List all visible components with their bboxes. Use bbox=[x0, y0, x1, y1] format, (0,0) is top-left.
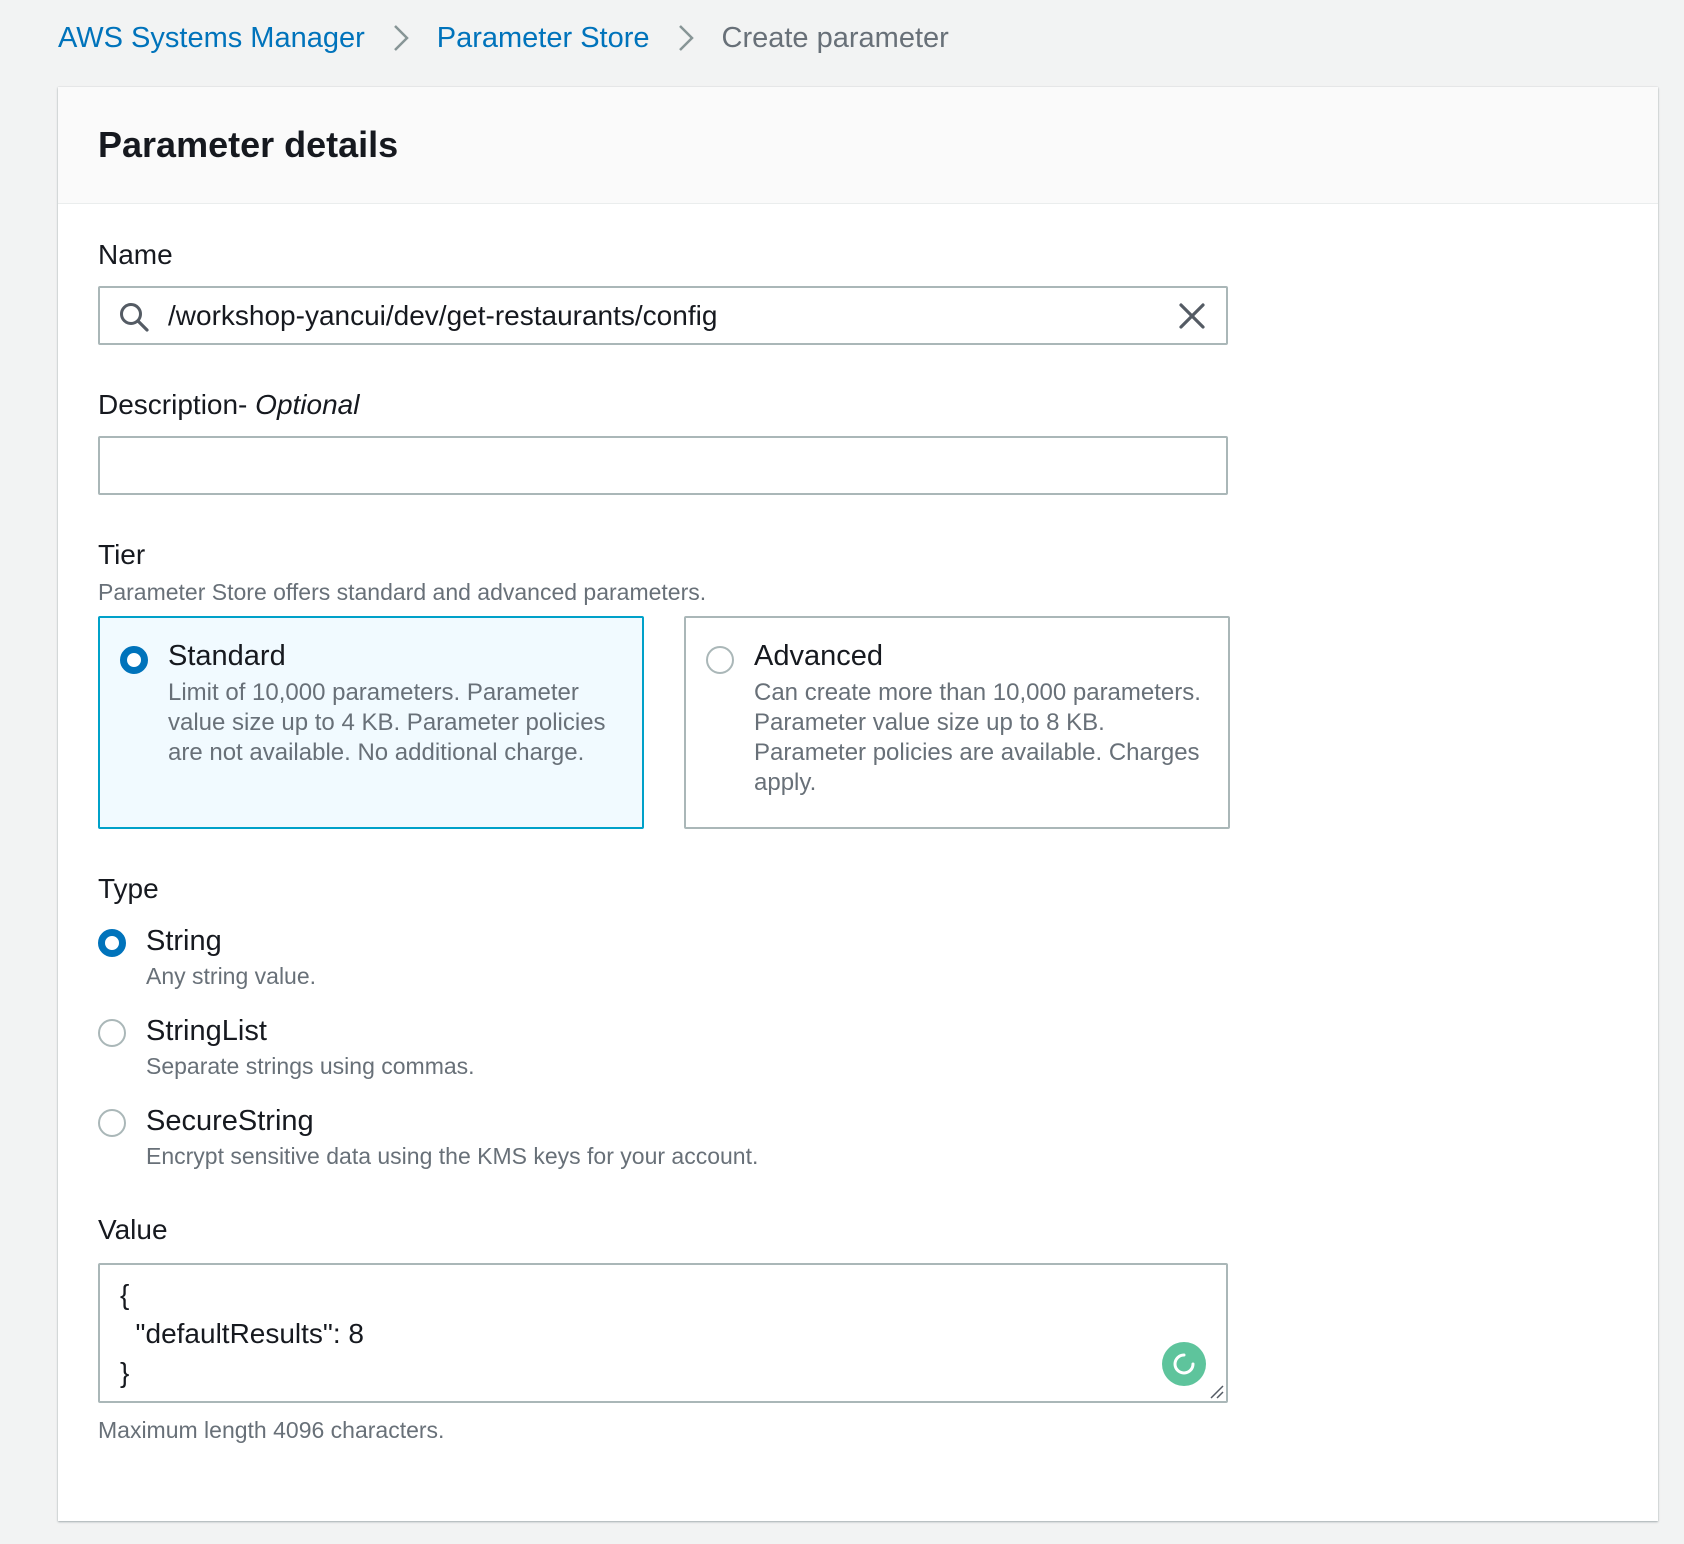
tier-option-description: Limit of 10,000 parameters. Parameter va… bbox=[168, 679, 606, 766]
breadcrumb-current-page: Create parameter bbox=[721, 21, 949, 54]
type-option-string[interactable]: String Any string value. bbox=[98, 925, 898, 1005]
radio-securestring[interactable] bbox=[98, 1109, 126, 1137]
close-icon[interactable] bbox=[1176, 300, 1208, 332]
type-option-title: String bbox=[146, 925, 222, 957]
panel-header: Parameter details bbox=[58, 87, 1658, 204]
description-label: Description- Optional bbox=[98, 389, 359, 421]
tier-option-title: Advanced bbox=[754, 640, 883, 672]
chevron-right-icon bbox=[392, 23, 410, 53]
grammarly-icon[interactable] bbox=[1162, 1342, 1206, 1386]
panel-title: Parameter details bbox=[98, 124, 399, 165]
breadcrumb: AWS Systems Manager Parameter Store Crea… bbox=[58, 16, 949, 60]
parameter-details-panel: Parameter details Name /workshop-yancui/… bbox=[58, 87, 1658, 1521]
description-label-text: Description- bbox=[98, 389, 248, 420]
tier-description: Parameter Store offers standard and adva… bbox=[98, 579, 707, 605]
type-option-description: Encrypt sensitive data using the KMS key… bbox=[146, 1143, 759, 1169]
value-textarea-content: { "defaultResults": 8 } bbox=[120, 1279, 365, 1388]
radio-advanced[interactable] bbox=[706, 646, 734, 674]
description-input[interactable] bbox=[98, 436, 1228, 495]
name-label: Name bbox=[98, 239, 173, 270]
search-icon bbox=[118, 301, 150, 333]
tier-label: Tier bbox=[98, 539, 146, 570]
breadcrumb-link-systems-manager[interactable]: AWS Systems Manager bbox=[58, 22, 365, 55]
radio-standard[interactable] bbox=[120, 646, 148, 674]
name-input-value: /workshop-yancui/dev/get-restaurants/con… bbox=[168, 300, 718, 331]
tier-option-standard[interactable]: Standard Limit of 10,000 parameters. Par… bbox=[98, 616, 644, 829]
type-option-stringlist[interactable]: StringList Separate strings using commas… bbox=[98, 1015, 898, 1095]
type-option-description: Any string value. bbox=[146, 963, 317, 989]
name-input[interactable]: /workshop-yancui/dev/get-restaurants/con… bbox=[98, 286, 1228, 345]
tier-option-title: Standard bbox=[168, 640, 286, 672]
value-textarea[interactable]: { "defaultResults": 8 } bbox=[98, 1263, 1228, 1403]
breadcrumb-link-parameter-store[interactable]: Parameter Store bbox=[437, 22, 650, 55]
tier-option-description: Can create more than 10,000 parameters. … bbox=[754, 679, 1201, 796]
optional-label: Optional bbox=[255, 389, 360, 420]
type-label: Type bbox=[98, 873, 159, 904]
type-option-title: StringList bbox=[146, 1015, 267, 1047]
type-option-securestring[interactable]: SecureString Encrypt sensitive data usin… bbox=[98, 1105, 898, 1185]
chevron-right-icon bbox=[677, 23, 695, 53]
type-option-description: Separate strings using commas. bbox=[146, 1053, 475, 1079]
value-label: Value bbox=[98, 1214, 168, 1245]
radio-string[interactable] bbox=[98, 929, 126, 957]
radio-stringlist[interactable] bbox=[98, 1019, 126, 1047]
tier-option-advanced[interactable]: Advanced Can create more than 10,000 par… bbox=[684, 616, 1230, 829]
value-constraint-text: Maximum length 4096 characters. bbox=[98, 1417, 445, 1443]
resize-handle-icon[interactable] bbox=[1208, 1383, 1224, 1399]
type-option-title: SecureString bbox=[146, 1105, 314, 1137]
